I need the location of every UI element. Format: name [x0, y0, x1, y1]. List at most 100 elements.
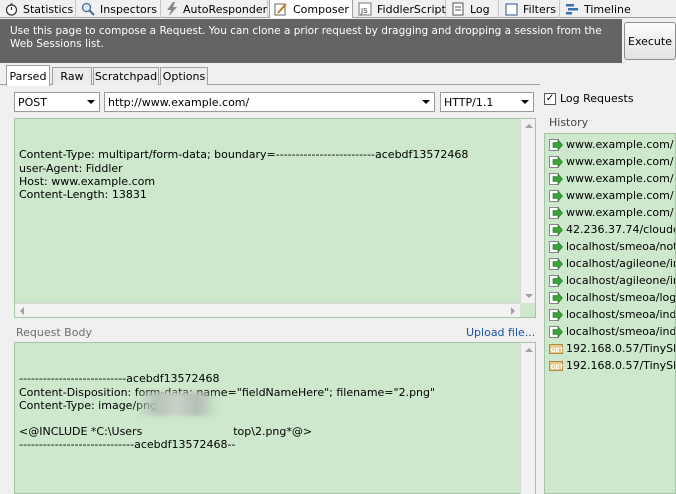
url-input[interactable]: http://www.example.com/ [104, 92, 435, 112]
history-item-label: localhost/smeoa/inde... [566, 308, 676, 321]
composer-subtab-bar: Parsed Raw Scratchpad Options [0, 63, 540, 86]
tab-label: Timeline [584, 2, 631, 16]
chevron-down-icon [422, 100, 430, 104]
request-headers-textarea[interactable]: Content-Type: multipart/form-data; bound… [14, 118, 536, 318]
request-arrow-icon [549, 155, 563, 168]
history-item[interactable]: 42.236.37.74/cloudq... [545, 221, 675, 238]
tab-label: Statistics [23, 2, 74, 16]
history-item[interactable]: www.example.com/ [545, 187, 675, 204]
tab-raw[interactable]: Raw [52, 67, 92, 85]
history-item[interactable]: localhost/agileone/ind... [545, 255, 675, 272]
request-body-textarea[interactable]: ---------------------------acebdf1357246… [14, 342, 536, 494]
headers-horizontal-scrollbar[interactable] [15, 303, 520, 317]
method-select[interactable]: POST [14, 92, 100, 112]
upload-file-link[interactable]: Upload file... [466, 326, 535, 339]
tab-options[interactable]: Options [160, 67, 208, 85]
tab-autoresponder[interactable]: AutoResponder [162, 0, 268, 18]
script-js-icon: JS [358, 2, 372, 16]
magnifier-icon [81, 2, 95, 16]
scroll-left-icon [20, 307, 24, 315]
history-item[interactable]: localhost/smeoa/inde... [545, 306, 675, 323]
tab-filters[interactable]: Filters [500, 0, 560, 18]
log-requests-checkbox[interactable]: ✓ [544, 93, 556, 105]
request-arrow-icon [549, 206, 563, 219]
svg-text:GET: GET [551, 363, 564, 370]
stopwatch-icon [4, 2, 18, 16]
request-arrow-icon [549, 138, 563, 151]
request-body-label: Request Body [16, 326, 92, 339]
tab-fiddlerscript[interactable]: JS FiddlerScript [354, 0, 446, 18]
tab-composer[interactable]: Composer [269, 0, 353, 18]
tab-scratchpad[interactable]: Scratchpad [93, 67, 159, 85]
scroll-down-icon [525, 294, 533, 298]
history-item-label: localhost/smeoa/login... [566, 291, 676, 304]
execute-button[interactable]: Execute [624, 22, 676, 60]
document-icon [451, 2, 465, 16]
history-item[interactable]: www.example.com/ [545, 204, 675, 221]
history-item-label: 192.168.0.57/TinySh... [566, 359, 675, 372]
tab-log[interactable]: Log [447, 0, 499, 18]
history-item-label: www.example.com/ [566, 155, 674, 168]
request-headers-text: Content-Type: multipart/form-data; bound… [19, 148, 469, 202]
tab-label: AutoResponder [183, 2, 268, 16]
request-arrow-icon [549, 274, 563, 287]
scroll-up-icon [525, 124, 533, 128]
tab-statistics[interactable]: Statistics [0, 0, 76, 18]
checkbox-icon [504, 2, 518, 16]
history-label: History [549, 116, 589, 129]
request-arrow-icon [549, 257, 563, 270]
tab-label: Filters [523, 2, 556, 16]
history-item-label: localhost/agileone/ind... [566, 274, 675, 287]
history-item-label: www.example.com/ [566, 172, 674, 185]
request-arrow-icon [549, 291, 563, 304]
history-item[interactable]: www.example.com/ [545, 153, 675, 170]
tab-label: Log [470, 2, 490, 16]
history-item-label: localhost/smeoa/notic... [566, 240, 675, 253]
get-request-icon: GET [549, 360, 565, 372]
history-item-label: www.example.com/ [566, 138, 674, 151]
request-arrow-icon [549, 325, 563, 338]
history-item[interactable]: www.example.com/ [545, 136, 675, 153]
history-item[interactable]: localhost/agileone/ind... [545, 272, 675, 289]
pencil-icon [274, 2, 288, 16]
history-item[interactable]: www.example.com/ [545, 170, 675, 187]
history-item-label: 192.168.0.57/TinySh... [566, 342, 675, 355]
timeline-icon [565, 2, 579, 16]
http-version-select[interactable]: HTTP/1.1 [440, 92, 534, 112]
checkmark-icon: ✓ [545, 93, 555, 104]
main-tab-bar: Statistics Inspectors AutoResponder Comp… [0, 0, 676, 18]
history-item-label: 42.236.37.74/cloudq... [566, 223, 675, 236]
tab-inspectors[interactable]: Inspectors [77, 0, 161, 18]
svg-text:JS: JS [360, 7, 368, 15]
request-arrow-icon [549, 308, 563, 321]
tab-parsed[interactable]: Parsed [6, 65, 50, 86]
history-list[interactable]: www.example.com/www.example.com/www.exam… [544, 133, 676, 494]
scroll-up-icon [525, 348, 533, 352]
history-item-label: localhost/smeoa/inde... [566, 325, 676, 338]
history-item[interactable]: localhost/smeoa/inde... [545, 323, 675, 340]
get-request-icon: GET [549, 343, 565, 355]
history-item[interactable]: GET192.168.0.57/TinySh... [545, 357, 675, 374]
redacted-path-blur [136, 392, 218, 416]
request-arrow-icon [549, 189, 563, 202]
history-item[interactable]: localhost/smeoa/notic... [545, 238, 675, 255]
history-item-label: www.example.com/ [566, 206, 674, 219]
url-value: http://www.example.com/ [108, 95, 250, 109]
history-item[interactable]: localhost/smeoa/login... [545, 289, 675, 306]
request-arrow-icon [549, 240, 563, 253]
composer-info-banner: Use this page to compose a Request. You … [0, 19, 622, 63]
history-item[interactable]: GET192.168.0.57/TinySh... [545, 340, 675, 357]
request-arrow-icon [549, 172, 563, 185]
request-body-text: ---------------------------acebdf1357246… [19, 372, 436, 452]
history-rows: www.example.com/www.example.com/www.exam… [545, 134, 675, 374]
tab-timeline[interactable]: Timeline [561, 0, 676, 18]
request-arrow-icon [549, 223, 563, 236]
method-value: POST [18, 95, 47, 109]
log-requests-label: Log Requests [560, 92, 634, 105]
headers-vertical-scrollbar[interactable] [520, 119, 535, 303]
history-item-label: localhost/agileone/ind... [566, 257, 675, 270]
svg-text:GET: GET [551, 346, 564, 353]
body-vertical-scrollbar[interactable] [520, 343, 535, 494]
chevron-down-icon [87, 100, 95, 104]
history-item-label: www.example.com/ [566, 189, 674, 202]
